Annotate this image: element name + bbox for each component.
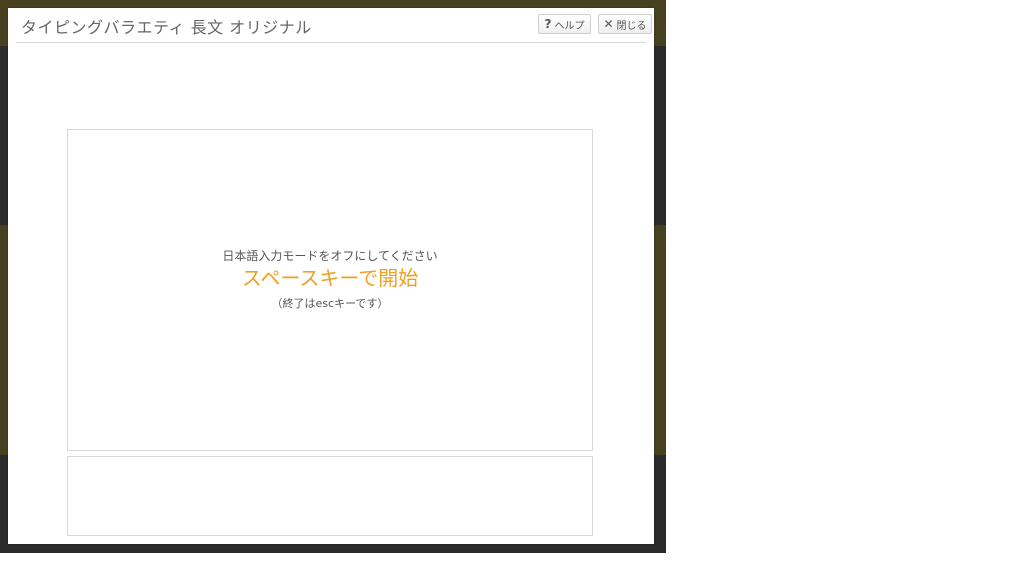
help-button-label: ヘルプ	[554, 20, 585, 32]
modal-header: タイピングバラエティ 長文 オリジナル ? ヘルプ ✕ 閉じる	[16, 8, 652, 43]
typing-game-modal: タイピングバラエティ 長文 オリジナル ? ヘルプ ✕ 閉じる 日本語入力モード…	[8, 8, 654, 544]
start-instructions: 日本語入力モードをオフにしてください スペースキーで開始 （終了はescキーです…	[68, 248, 592, 312]
close-button-label: 閉じる	[616, 20, 647, 32]
ime-off-note: 日本語入力モードをオフにしてください	[222, 249, 438, 263]
game-area[interactable]: 日本語入力モードをオフにしてください スペースキーで開始 （終了はescキーです…	[67, 129, 593, 451]
input-panel	[67, 456, 593, 536]
help-icon: ?	[544, 17, 552, 31]
close-icon: ✕	[603, 17, 614, 31]
help-button[interactable]: ? ヘルプ	[538, 14, 591, 34]
modal-title: タイピングバラエティ 長文 オリジナル	[21, 18, 312, 37]
start-prompt: スペースキーで開始	[241, 266, 419, 290]
close-button[interactable]: ✕ 閉じる	[598, 14, 652, 34]
esc-exit-note: （終了はescキーです）	[271, 297, 389, 310]
